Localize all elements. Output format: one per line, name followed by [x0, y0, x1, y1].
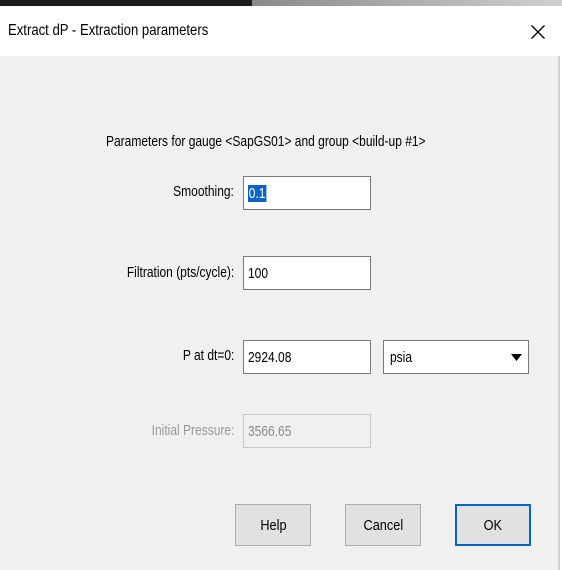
pressure-unit-select[interactable]: psia	[383, 340, 529, 374]
p-at-dt0-label: P at dt=0:	[182, 347, 234, 364]
filtration-value: 100	[248, 264, 269, 282]
initial-pressure-value: 3566.65	[248, 422, 292, 440]
p-at-dt0-input[interactable]: 2924.08	[243, 340, 371, 374]
close-button[interactable]	[516, 12, 560, 52]
p-at-dt0-value: 2924.08	[248, 348, 292, 366]
pressure-unit-value: psia	[390, 348, 413, 366]
cancel-button[interactable]: Cancel	[345, 504, 421, 546]
dialog-client-area: Parameters for gauge <SapGS01> and group…	[0, 56, 560, 570]
smoothing-label: Smoothing:	[173, 183, 234, 200]
help-button[interactable]: Help	[235, 504, 311, 546]
smoothing-value: 0.1	[248, 184, 267, 202]
smoothing-input[interactable]: 0.1	[243, 176, 371, 210]
chevron-down-icon[interactable]	[508, 345, 525, 369]
title-bar[interactable]: Extract dP - Extraction parameters	[0, 6, 562, 56]
initial-pressure-label: Initial Pressure:	[151, 422, 234, 439]
filtration-input[interactable]: 100	[243, 256, 371, 290]
extraction-parameters-dialog: Extract dP - Extraction parameters Param…	[0, 6, 562, 570]
parameters-header: Parameters for gauge <SapGS01> and group…	[106, 133, 426, 150]
ok-button[interactable]: OK	[455, 504, 531, 546]
initial-pressure-input: 3566.65	[243, 414, 371, 448]
close-icon	[531, 25, 545, 39]
window-title: Extract dP - Extraction parameters	[8, 22, 209, 39]
filtration-label: Filtration (pts/cycle):	[126, 264, 234, 281]
